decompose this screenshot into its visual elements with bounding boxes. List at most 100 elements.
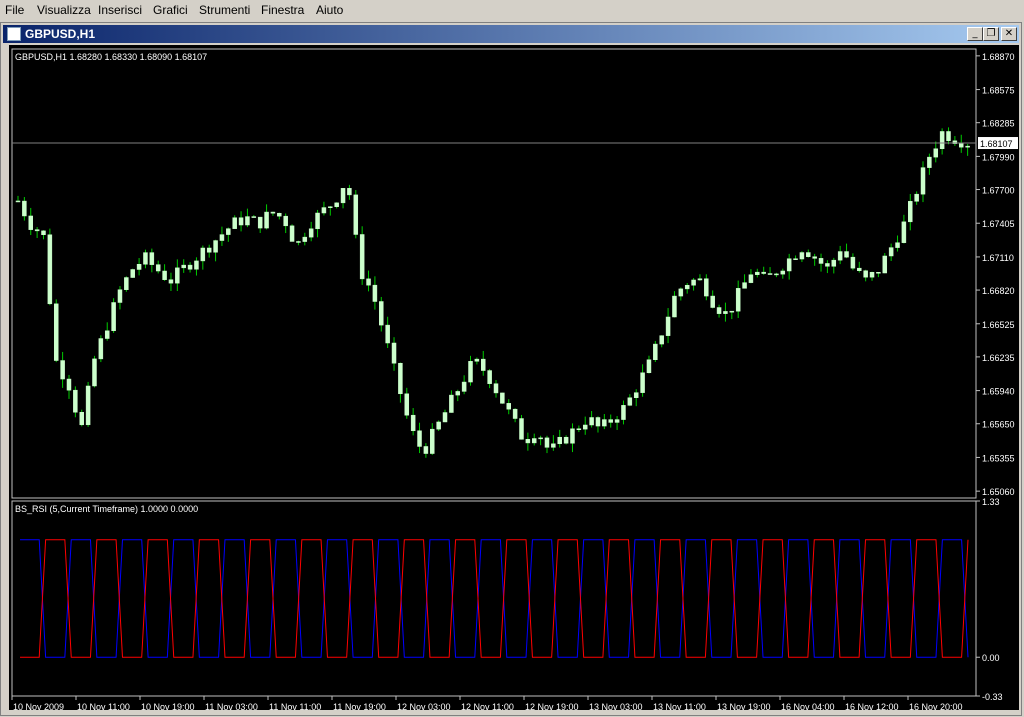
close-button[interactable]: ✕ — [1001, 27, 1017, 41]
candle-body — [66, 378, 72, 391]
menu-item-strumenti[interactable]: Strumenti — [199, 3, 250, 17]
candle-body — [646, 359, 652, 374]
candle-body — [723, 311, 728, 314]
candle-body — [959, 143, 964, 148]
candle-body — [442, 412, 448, 423]
candle-body — [232, 217, 237, 229]
candle-body — [640, 372, 645, 393]
candle-body — [576, 428, 582, 431]
menu-bar: File Visualizza Inserisci Grafici Strumenti F… — [0, 0, 1024, 20]
candle-body — [474, 358, 480, 362]
candle-body — [818, 258, 824, 264]
restore-button[interactable]: ❐ — [983, 27, 999, 41]
x-axis-label: 11 Nov 19:00 — [333, 702, 386, 710]
candle-body — [398, 362, 403, 395]
candle-body — [296, 241, 301, 243]
candle-body — [831, 259, 837, 267]
candle-body — [270, 211, 276, 214]
candle-body — [895, 242, 900, 248]
menu-item-inserisci[interactable]: Inserisci — [98, 3, 142, 17]
candle-body — [850, 256, 856, 269]
candle-body — [697, 278, 703, 281]
candle-body — [544, 437, 550, 448]
candle-body — [436, 421, 441, 430]
candle-body — [729, 310, 735, 313]
chart-area[interactable]: 1.68870 1.68575 1.68285 1.67990 1.67700 1.674… — [9, 45, 1019, 712]
indicator-plot-frame — [11, 500, 977, 697]
x-axis-label: 13 Nov 11:00 — [653, 702, 706, 710]
candle-body — [857, 267, 862, 271]
candle-body — [621, 405, 626, 420]
candle-body — [168, 279, 174, 284]
x-axis-label: 12 Nov 03:00 — [397, 702, 451, 710]
candle-body — [308, 228, 314, 238]
candle-body — [200, 247, 206, 262]
candle-body — [149, 252, 155, 265]
menu-item-visualizza[interactable]: Visualizza — [37, 3, 91, 17]
main-plot-frame — [11, 48, 977, 499]
candle-body — [194, 260, 199, 270]
candle-body — [525, 439, 531, 444]
x-axis-label: 13 Nov 19:00 — [717, 702, 771, 710]
candle-body — [748, 274, 754, 283]
x-axis-label: 16 Nov 12:00 — [845, 702, 899, 710]
candle-body — [111, 302, 116, 332]
candle-body — [219, 234, 225, 241]
window-titlebar[interactable]: GBPUSD,H1 _ ❐ ✕ — [3, 25, 1019, 43]
candle-body — [251, 216, 257, 218]
candle-body — [627, 397, 633, 406]
candle-body — [277, 212, 282, 217]
candle-body — [704, 278, 709, 297]
candle-body — [563, 436, 569, 444]
candle-body — [143, 252, 148, 265]
candle-body — [79, 411, 84, 426]
candle-body — [812, 256, 817, 259]
candle-body — [614, 419, 620, 423]
candle-body — [684, 284, 690, 290]
indicator-y-label: 1.33 — [982, 497, 1000, 507]
candle-body — [85, 385, 91, 426]
minimize-button[interactable]: _ — [967, 27, 983, 41]
candle-body — [302, 236, 308, 242]
candle-body — [53, 303, 59, 361]
y-axis-label: 1.68285 — [982, 119, 1015, 129]
candle-body — [359, 234, 365, 280]
candle-body — [844, 251, 849, 258]
candle-body — [487, 370, 492, 384]
y-axis-label: 1.68575 — [982, 86, 1015, 96]
candle-body — [920, 167, 926, 195]
candle-body — [315, 212, 320, 230]
candle-body — [245, 216, 250, 226]
candle-body — [98, 338, 104, 360]
menu-item-aiuto[interactable]: Aiuto — [316, 3, 343, 17]
candle-body — [28, 215, 33, 230]
candle-body — [124, 277, 129, 290]
candle-body — [876, 272, 881, 274]
menu-item-finestra[interactable]: Finestra — [261, 3, 304, 17]
candle-body — [582, 424, 588, 430]
candle-body — [837, 251, 843, 261]
chart-icon — [7, 27, 21, 41]
candle-body — [73, 389, 78, 413]
candle-body — [901, 221, 907, 243]
menu-item-file[interactable]: File — [5, 3, 24, 17]
price-chart[interactable]: 1.68870 1.68575 1.68285 1.67990 1.67700 1.674… — [9, 45, 1019, 712]
candle-body — [869, 272, 875, 278]
candle-body — [908, 201, 913, 223]
candle-body — [825, 263, 830, 267]
menu-item-grafici[interactable]: Grafici — [153, 3, 188, 17]
candle-body — [41, 230, 46, 236]
candle-body — [104, 330, 110, 339]
chart-window: GBPUSD,H1 _ ❐ ✕ 1.68870 1.68575 1.68285 1.6… — [0, 22, 1022, 716]
x-axis-label: 16 Nov 04:00 — [781, 702, 835, 710]
candle-body — [136, 264, 142, 270]
candle-body — [710, 295, 715, 308]
candle-body — [933, 148, 939, 158]
candle-body — [455, 391, 461, 396]
candle-body — [716, 307, 722, 314]
indicator-label: BS_RSI (5,Current Timeframe) 1.0000 0.00… — [15, 504, 198, 514]
candle-body — [15, 200, 21, 203]
candle-body — [551, 443, 556, 448]
candle-body — [461, 381, 467, 392]
y-axis-label: 1.67110 — [982, 253, 1014, 263]
